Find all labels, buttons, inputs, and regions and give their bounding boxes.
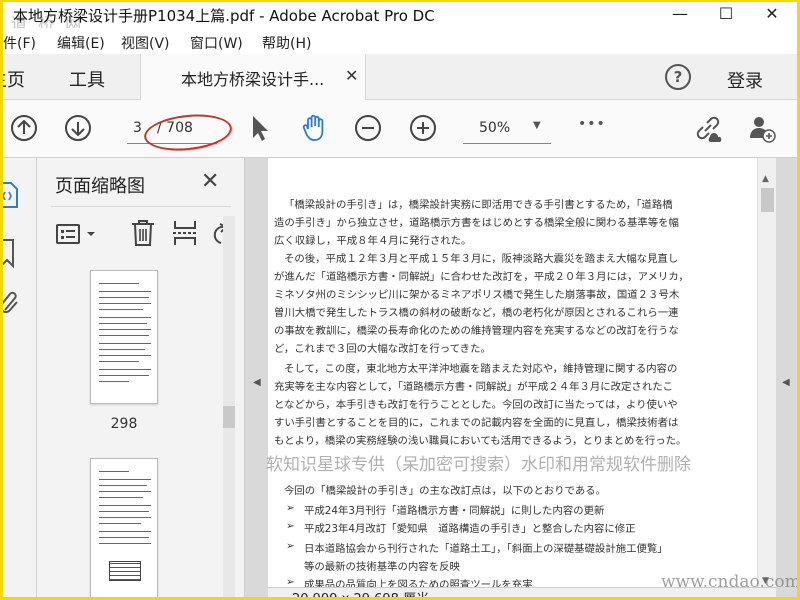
minimize-button[interactable]: — — [657, 2, 703, 28]
side-icon-rail — [0, 158, 37, 597]
paragraph-line: ミネソタ州のミシシッピ川に架かるミネアポリス橋で発生した崩落事故，国道２３号木 — [274, 289, 680, 301]
document-tab-label: 本地方桥梁设计手... — [181, 70, 325, 89]
paragraph-line: 曽川大橋で発生したトラス橋の斜材の破断など，橋の老朽化が原因とされるこれら一連 — [274, 307, 679, 319]
pane-divider — [51, 206, 231, 207]
close-window-button[interactable]: ✕ — [749, 2, 795, 28]
current-page-input[interactable]: 3 — [133, 120, 142, 136]
paragraph-line: その後，平成１２年３月と平成１５年３月に，阪神淡路大震災を踏まえ大幅な見直し — [284, 253, 679, 265]
thumbnails-pane: 页面缩略图 ✕ 298 — [37, 158, 245, 597]
add-user-icon[interactable] — [747, 113, 777, 143]
page-thumbnail[interactable] — [90, 270, 158, 404]
document-page: 「橋梁設計の手引き」は，橋梁設計実務に即活用できる手引書とするため，「道路橋 造… — [268, 158, 757, 597]
paragraph-line: そして，この度，東北地方太平洋沖地震を踏まえた対応や，維持管理に関する内容の — [284, 363, 678, 375]
window-title: 本地方桥梁设计手册P1034上篇.pdf - Adobe Acrobat Pro… — [13, 7, 435, 25]
delete-icon[interactable] — [129, 218, 157, 248]
zoom-select[interactable]: 50% ▼ — [463, 114, 551, 144]
previous-page-icon[interactable] — [9, 113, 39, 143]
page-thumbnails-icon[interactable] — [0, 180, 21, 210]
close-pane-icon[interactable]: ✕ — [201, 169, 219, 194]
close-tab-icon[interactable]: ✕ — [345, 66, 358, 85]
bookmark-icon[interactable] — [0, 238, 19, 268]
thumbnail-page-number: 298 — [110, 416, 138, 432]
menu-help[interactable]: 帮助(H) — [262, 33, 311, 53]
bullet-text: 平成24年3月刊行「道路橋示方書・同解説」に則した内容の更新 — [304, 505, 605, 517]
paragraph-line: が進んだ「道路橋示方書・同解説」に合わせた改訂を，平成２０年３月には，アメリカ， — [274, 271, 689, 283]
maximize-button[interactable]: ☐ — [703, 2, 749, 28]
bullet-text: 等の最新の技術基準の内容を反映 — [304, 561, 460, 573]
document-scrollbar[interactable]: ▲ ▼ — [757, 158, 776, 597]
tab-home[interactable]: 主页 — [3, 66, 25, 92]
select-cursor-icon[interactable] — [245, 113, 275, 143]
thumbnails-pane-title: 页面缩略图 — [55, 176, 145, 197]
app-window: 道 桥 网 本地方桥梁设计手册P1034上篇.pdf - Adobe Acrob… — [0, 0, 800, 600]
tab-tools[interactable]: 工具 — [69, 66, 105, 92]
toolbar: 3 / 708 50% ▼ ••• — [3, 100, 797, 158]
zoom-value: 50% — [479, 120, 511, 136]
paragraph-line: もとより，橋梁の実務経験の浅い職員においても活用できるよう，とりまとめを行った。 — [274, 435, 687, 447]
chevron-down-icon: ▼ — [533, 120, 541, 131]
collapse-left-pane-icon[interactable]: ◀ — [253, 377, 261, 388]
login-button[interactable]: 登录 — [727, 67, 763, 93]
paragraph-line: 充実等を主な内容として，「道路橋示方書・同解説」が平成２４年３月に改定されたこ — [274, 381, 673, 393]
page-thumbnail[interactable] — [90, 458, 158, 597]
next-page-icon[interactable] — [63, 113, 93, 143]
bullet-text: 日本道路協会から刊行された「道路土工」，「斜面上の深礎基礎設計施工便覧」 — [304, 543, 668, 555]
scrollbar-thumb[interactable] — [223, 406, 235, 428]
scroll-up-icon[interactable]: ▲ — [762, 174, 769, 184]
menu-view[interactable]: 视图(V) — [121, 33, 170, 53]
thumbnails-scrollbar[interactable] — [223, 216, 235, 597]
expand-right-pane-icon[interactable]: ◀ — [782, 377, 790, 388]
attachment-icon[interactable] — [0, 290, 21, 316]
zoom-in-icon[interactable] — [408, 113, 438, 143]
paragraph-line: 「橋梁設計の手引き」は，橋梁設計実務に即活用できる手引書とするため，「道路橋 — [284, 199, 673, 211]
watermark-text: 软知识星球专供（呆加密可搜索）水印和用常规软件删除 — [266, 455, 691, 475]
help-icon[interactable]: ? — [665, 64, 691, 90]
paragraph-line: となどから，本手引きも改訂を行うこととした。今回の改訂に当たっては，より使いや — [274, 399, 678, 411]
menu-file[interactable]: 件(F) — [3, 33, 36, 53]
share-link-icon[interactable] — [693, 113, 723, 143]
bullet-text: 平成23年4月改訂「愛知県 道路構造の手引き」と整合した内容に修正 — [304, 523, 636, 535]
thumbnail-options-icon[interactable] — [55, 222, 99, 248]
menu-bar: 件(F) 编辑(E) 视图(V) 窗口(W) 帮助(H) — [3, 28, 797, 54]
more-tools-icon[interactable]: ••• — [578, 116, 606, 132]
title-bar: 道 桥 网 本地方桥梁设计手册P1034上篇.pdf - Adobe Acrob… — [3, 2, 797, 33]
paragraph-line: 広く収録し，平成８年４月に発行された。 — [274, 235, 472, 247]
menu-edit[interactable]: 编辑(E) — [57, 33, 105, 53]
extract-pages-icon[interactable] — [171, 218, 199, 248]
hand-tool-icon[interactable] — [299, 113, 329, 143]
site-watermark: www.cndao.com — [661, 572, 800, 592]
paragraph-line: すい手引書とすることを目的に，これまでの記載内容を全面的に見直し，橋梁技術者は — [274, 417, 679, 429]
bullet-icon: ➢ — [286, 502, 295, 514]
paragraph-line: 造の手引き」から独立させ，道路橋示方書をはじめとする橋梁全般に関わる基準等を幅 — [274, 217, 679, 229]
tab-document[interactable]: 本地方桥梁设计手... ✕ — [140, 54, 366, 100]
zoom-field-underline — [463, 143, 551, 144]
page-size-label: 20.999 x 29.698 厘米 — [292, 592, 430, 600]
zoom-out-icon[interactable] — [353, 113, 383, 143]
paragraph-line: ど，これまで３回の大幅な改訂を行ってきた。 — [274, 343, 491, 355]
scrollbar-thumb[interactable] — [761, 188, 774, 212]
bullet-icon: ➢ — [286, 520, 295, 532]
paragraph-line: の事故を教訓に，橋梁の長寿命化のための維持管理内容を充実するなどの改訂を行うな — [274, 325, 679, 337]
bullet-icon: ➢ — [286, 540, 295, 552]
tab-bar: 主页 工具 本地方桥梁设计手... ✕ ? 登录 — [3, 54, 797, 100]
summary-line: 今回の「橋梁設計の手引き」の主な改訂点は，以下のとおりである。 — [284, 485, 607, 497]
menu-window[interactable]: 窗口(W) — [190, 33, 243, 53]
